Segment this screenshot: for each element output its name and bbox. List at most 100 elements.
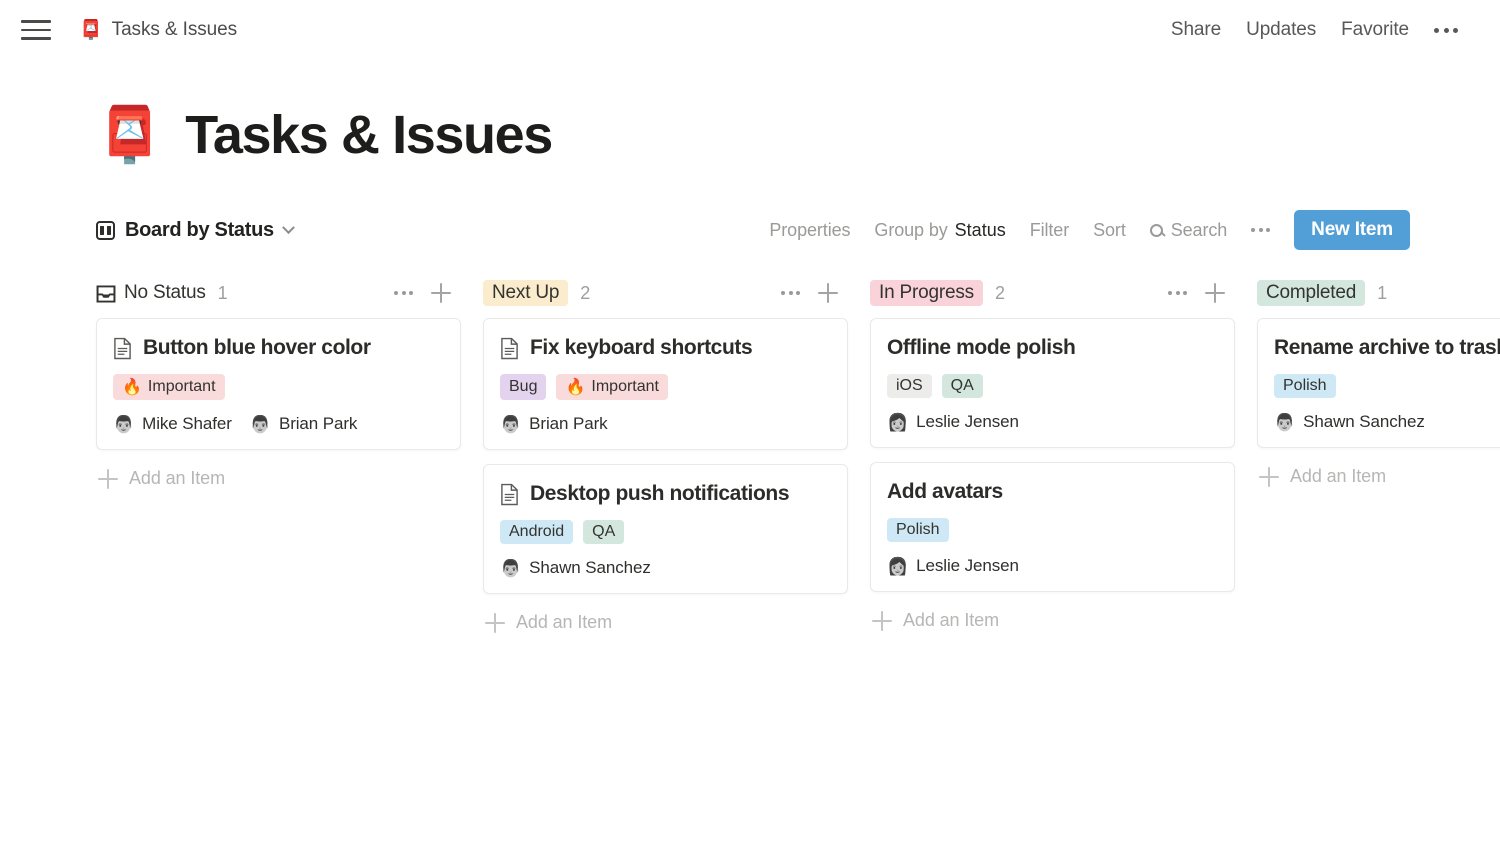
card-title: Desktop push notifications: [530, 482, 790, 505]
search-label: Search: [1170, 219, 1228, 240]
column-header: In Progress 2: [870, 276, 1235, 310]
column-name: Completed: [1257, 280, 1366, 306]
view-name-label: Board by Status: [125, 218, 274, 241]
breadcrumb-title: Tasks & Issues: [111, 19, 237, 40]
board-card[interactable]: Rename archive to trash Polish 👨 Shawn Sanc…: [1257, 318, 1500, 448]
tag-badge: QA: [583, 520, 625, 544]
card-title-row: Add avatars: [887, 480, 1218, 504]
ellipsis-icon[interactable]: [1168, 291, 1187, 295]
board-card[interactable]: Button blue hover color 🔥 Important 👨 Mike S…: [96, 318, 461, 450]
add-item-label: Add an Item: [1290, 466, 1386, 486]
assignee: 👨 Mike Shafer: [113, 414, 232, 434]
board-column: In Progress 2 Offline mode polish iOS QA 👩 Les…: [870, 276, 1235, 633]
new-item-button[interactable]: New Item: [1294, 210, 1410, 250]
column-title-wrap[interactable]: Completed: [1257, 280, 1366, 306]
card-assignees: 👩 Leslie Jensen: [887, 556, 1218, 576]
tag-badge: Android: [500, 520, 574, 544]
view-selector[interactable]: Board by Status: [96, 218, 295, 242]
avatar: 👨: [113, 414, 135, 434]
share-button[interactable]: Share: [1171, 19, 1221, 41]
column-cards: Rename archive to trash Polish 👨 Shawn Sanc…: [1257, 318, 1500, 448]
card-title-row: Rename archive to trash: [1274, 336, 1500, 360]
board-card[interactable]: Desktop push notifications Android QA 👨 Shaw…: [483, 464, 848, 594]
assignee-name: Leslie Jensen: [916, 556, 1019, 575]
sort-button[interactable]: Sort: [1093, 220, 1126, 241]
top-bar: 📮 Tasks & Issues Share Updates Favorite: [0, 0, 1500, 60]
search-button[interactable]: Search: [1149, 219, 1228, 241]
hamburger-menu-icon[interactable]: [21, 15, 51, 45]
tag-label: Important: [147, 378, 216, 395]
board-card[interactable]: Add avatars Polish 👩 Leslie Jensen: [870, 462, 1235, 592]
plus-icon: [872, 610, 892, 631]
document-icon: [113, 337, 132, 360]
card-title-row: Offline mode polish: [887, 336, 1218, 360]
card-tags: Bug 🔥 Important: [500, 374, 831, 400]
board-card[interactable]: Fix keyboard shortcuts Bug 🔥 Important 👨 Bria…: [483, 318, 848, 450]
card-title: Rename archive to trash: [1274, 336, 1500, 359]
add-card-icon[interactable]: [818, 283, 838, 303]
assignee: 👨 Brian Park: [500, 414, 608, 434]
add-item-button[interactable]: Add an Item: [96, 468, 461, 489]
ellipsis-icon[interactable]: [781, 291, 800, 295]
avatar: 👩: [887, 412, 909, 432]
tag-label: Important: [591, 378, 659, 395]
add-item-label: Add an Item: [903, 610, 999, 630]
board-card[interactable]: Offline mode polish iOS QA 👩 Leslie Jensen: [870, 318, 1235, 448]
add-item-label: Add an Item: [129, 468, 225, 488]
inbox-tray-icon: [96, 284, 116, 303]
column-name: In Progress: [870, 280, 983, 306]
add-item-button[interactable]: Add an Item: [870, 610, 1235, 631]
updates-button[interactable]: Updates: [1246, 19, 1316, 41]
board-column: Next Up 2 Fix keyboard shortcuts Bug 🔥 Import…: [483, 276, 848, 633]
column-title-wrap[interactable]: In Progress: [870, 280, 983, 306]
tag-label: Polish: [1283, 377, 1327, 394]
tag-badge: 🔥 Important: [556, 374, 668, 400]
ellipsis-icon[interactable]: [1251, 228, 1271, 232]
column-count: 1: [217, 282, 228, 303]
avatar: 👨: [500, 558, 522, 578]
fire-icon: 🔥: [122, 379, 142, 396]
group-by-button[interactable]: Group by Status: [874, 220, 1005, 241]
column-name: Next Up: [483, 280, 569, 306]
postbox-icon: 📮: [79, 19, 103, 41]
card-assignees: 👨 Shawn Sanchez: [1274, 412, 1500, 432]
properties-button[interactable]: Properties: [769, 220, 850, 241]
plus-icon: [1259, 466, 1279, 487]
tag-badge: 🔥 Important: [113, 374, 225, 400]
tag-label: QA: [950, 377, 974, 394]
assignee-name: Mike Shafer: [142, 414, 232, 433]
assignee-name: Brian Park: [278, 414, 358, 433]
add-item-label: Add an Item: [516, 612, 612, 632]
column-header: No Status 1: [96, 276, 461, 310]
tag-label: Android: [509, 523, 565, 540]
chevron-down-icon: [282, 220, 295, 234]
ellipsis-icon[interactable]: [1434, 24, 1458, 37]
group-by-label: Group by: [874, 219, 948, 240]
column-title-wrap[interactable]: Next Up: [483, 280, 569, 306]
assignee-name: Shawn Sanchez: [529, 558, 651, 577]
favorite-button[interactable]: Favorite: [1341, 19, 1409, 41]
page-title-row: 📮 Tasks & Issues: [96, 104, 1500, 166]
page-title[interactable]: Tasks & Issues: [185, 104, 553, 166]
document-icon: [500, 337, 519, 360]
card-title-row: Desktop push notifications: [500, 482, 831, 506]
column-name: No Status: [124, 282, 206, 303]
top-bar-actions: Share Updates Favorite: [1171, 19, 1458, 41]
tag-label: Bug: [509, 378, 538, 395]
card-title: Add avatars: [887, 480, 1003, 503]
breadcrumb[interactable]: 📮 Tasks & Issues: [79, 19, 237, 41]
ellipsis-icon[interactable]: [394, 291, 413, 295]
filter-button[interactable]: Filter: [1030, 220, 1070, 241]
tag-badge: Polish: [887, 518, 949, 542]
column-count: 1: [1377, 282, 1388, 303]
avatar: 👨: [1274, 412, 1296, 432]
add-item-button[interactable]: Add an Item: [483, 612, 848, 633]
add-card-icon[interactable]: [1205, 283, 1225, 303]
card-assignees: 👩 Leslie Jensen: [887, 412, 1218, 432]
add-card-icon[interactable]: [431, 283, 451, 303]
postbox-icon[interactable]: 📮: [96, 108, 163, 162]
column-actions: [1168, 283, 1225, 303]
view-toolbar: Board by Status Properties Group by Stat…: [96, 210, 1500, 250]
column-title-wrap[interactable]: No Status: [96, 282, 206, 304]
add-item-button[interactable]: Add an Item: [1257, 466, 1500, 487]
